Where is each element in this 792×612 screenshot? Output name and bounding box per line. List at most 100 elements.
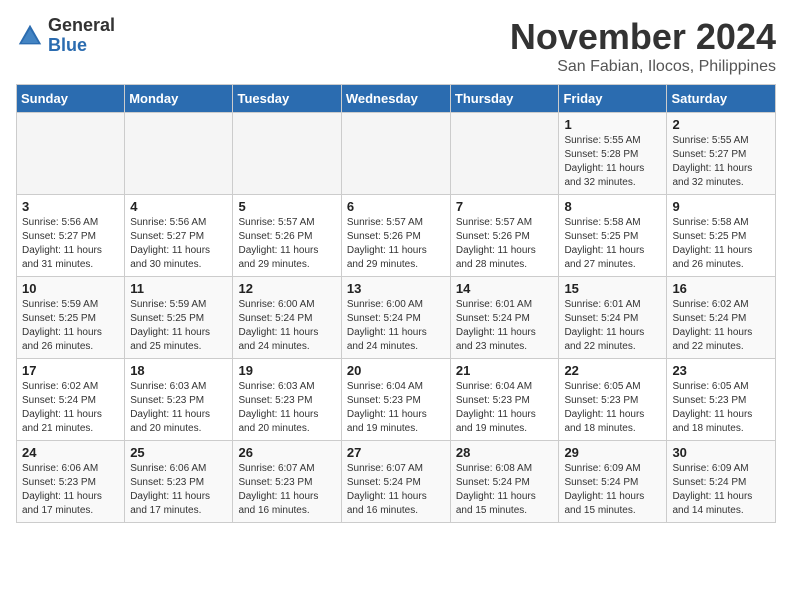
calendar-cell: 14 Sunrise: 6:01 AM Sunset: 5:24 PM Dayli… bbox=[450, 277, 559, 359]
calendar-cell: 10 Sunrise: 5:59 AM Sunset: 5:25 PM Dayli… bbox=[17, 277, 125, 359]
day-number: 5 bbox=[238, 199, 335, 214]
day-info: Sunrise: 6:05 AM Sunset: 5:23 PM Dayligh… bbox=[564, 380, 661, 436]
calendar-cell: 23Sunrise: 6:05 AM Sunset: 5:23 PM Dayli… bbox=[667, 359, 776, 441]
day-number: 2 bbox=[672, 117, 770, 132]
day-info: Sunrise: 5:58 AM Sunset: 5:25 PM Dayligh… bbox=[564, 216, 661, 272]
day-info: Sunrise: 5:56 AM Sunset: 5:27 PM Dayligh… bbox=[22, 216, 119, 272]
day-info: Sunrise: 5:55 AM Sunset: 5:27 PM Dayligh… bbox=[672, 134, 770, 190]
day-number: 3 bbox=[22, 199, 119, 214]
day-info: Sunrise: 6:02 AM Sunset: 5:24 PM Dayligh… bbox=[22, 380, 119, 436]
day-info: Sunrise: 5:57 AM Sunset: 5:26 PM Dayligh… bbox=[347, 216, 445, 272]
calendar-cell bbox=[233, 113, 341, 195]
calendar-cell: 17 Sunrise: 6:02 AM Sunset: 5:24 PM Dayli… bbox=[17, 359, 125, 441]
day-number: 19 bbox=[238, 363, 335, 378]
day-number: 21 bbox=[456, 363, 554, 378]
calendar-cell: 22 Sunrise: 6:05 AM Sunset: 5:23 PM Dayli… bbox=[559, 359, 667, 441]
calendar-cell: 4 Sunrise: 5:56 AM Sunset: 5:27 PM Daylig… bbox=[125, 195, 233, 277]
day-number: 7 bbox=[456, 199, 554, 214]
day-info: Sunrise: 5:56 AM Sunset: 5:27 PM Dayligh… bbox=[130, 216, 227, 272]
day-number: 22 bbox=[564, 363, 661, 378]
weekday-header-saturday: Saturday bbox=[667, 85, 776, 113]
day-info: Sunrise: 6:07 AM Sunset: 5:24 PM Dayligh… bbox=[347, 462, 445, 518]
day-info: Sunrise: 6:07 AM Sunset: 5:23 PM Dayligh… bbox=[238, 462, 335, 518]
day-info: Sunrise: 6:00 AM Sunset: 5:24 PM Dayligh… bbox=[347, 298, 445, 354]
day-number: 26 bbox=[238, 445, 335, 460]
day-info: Sunrise: 6:09 AM Sunset: 5:24 PM Dayligh… bbox=[672, 462, 770, 518]
day-info: Sunrise: 6:08 AM Sunset: 5:24 PM Dayligh… bbox=[456, 462, 554, 518]
calendar-cell bbox=[341, 113, 450, 195]
day-number: 28 bbox=[456, 445, 554, 460]
weekday-header-tuesday: Tuesday bbox=[233, 85, 341, 113]
calendar-cell: 2 Sunrise: 5:55 AM Sunset: 5:27 PM Daylig… bbox=[667, 113, 776, 195]
day-number: 1 bbox=[564, 117, 661, 132]
calendar-cell: 20 Sunrise: 6:04 AM Sunset: 5:23 PM Dayli… bbox=[341, 359, 450, 441]
day-info: Sunrise: 6:04 AM Sunset: 5:23 PM Dayligh… bbox=[347, 380, 445, 436]
day-info: Sunrise: 6:02 AM Sunset: 5:24 PM Dayligh… bbox=[672, 298, 770, 354]
calendar-cell: 30 Sunrise: 6:09 AM Sunset: 5:24 PM Dayli… bbox=[667, 441, 776, 523]
calendar-cell: 7Sunrise: 5:57 AM Sunset: 5:26 PM Daylig… bbox=[450, 195, 559, 277]
calendar-cell: 24 Sunrise: 6:06 AM Sunset: 5:23 PM Dayli… bbox=[17, 441, 125, 523]
weekday-header-wednesday: Wednesday bbox=[341, 85, 450, 113]
day-info: Sunrise: 6:06 AM Sunset: 5:23 PM Dayligh… bbox=[22, 462, 119, 518]
day-info: Sunrise: 6:03 AM Sunset: 5:23 PM Dayligh… bbox=[130, 380, 227, 436]
calendar-cell: 6 Sunrise: 5:57 AM Sunset: 5:26 PM Daylig… bbox=[341, 195, 450, 277]
calendar-cell: 29Sunrise: 6:09 AM Sunset: 5:24 PM Dayli… bbox=[559, 441, 667, 523]
day-number: 9 bbox=[672, 199, 770, 214]
calendar-cell: 13 Sunrise: 6:00 AM Sunset: 5:24 PM Dayli… bbox=[341, 277, 450, 359]
calendar-cell: 19Sunrise: 6:03 AM Sunset: 5:23 PM Dayli… bbox=[233, 359, 341, 441]
day-info: Sunrise: 5:55 AM Sunset: 5:28 PM Dayligh… bbox=[564, 134, 661, 190]
logo-icon bbox=[16, 22, 44, 50]
weekday-header-sunday: Sunday bbox=[17, 85, 125, 113]
day-number: 14 bbox=[456, 281, 554, 296]
calendar-cell: 9Sunrise: 5:58 AM Sunset: 5:25 PM Daylig… bbox=[667, 195, 776, 277]
calendar-cell: 16 Sunrise: 6:02 AM Sunset: 5:24 PM Dayli… bbox=[667, 277, 776, 359]
calendar-cell bbox=[450, 113, 559, 195]
calendar-cell bbox=[125, 113, 233, 195]
day-number: 15 bbox=[564, 281, 661, 296]
day-info: Sunrise: 5:59 AM Sunset: 5:25 PM Dayligh… bbox=[130, 298, 227, 354]
logo-text: General Blue bbox=[48, 16, 115, 56]
weekday-header-row: SundayMondayTuesdayWednesdayThursdayFrid… bbox=[17, 85, 776, 113]
day-info: Sunrise: 5:57 AM Sunset: 5:26 PM Dayligh… bbox=[238, 216, 335, 272]
calendar-cell: 8Sunrise: 5:58 AM Sunset: 5:25 PM Daylig… bbox=[559, 195, 667, 277]
day-number: 13 bbox=[347, 281, 445, 296]
day-number: 18 bbox=[130, 363, 227, 378]
weekday-header-friday: Friday bbox=[559, 85, 667, 113]
calendar-cell: 27 Sunrise: 6:07 AM Sunset: 5:24 PM Dayli… bbox=[341, 441, 450, 523]
calendar-cell: 3 Sunrise: 5:56 AM Sunset: 5:27 PM Daylig… bbox=[17, 195, 125, 277]
day-info: Sunrise: 6:01 AM Sunset: 5:24 PM Dayligh… bbox=[456, 298, 554, 354]
calendar-table: SundayMondayTuesdayWednesdayThursdayFrid… bbox=[16, 84, 776, 523]
calendar-cell: 1 Sunrise: 5:55 AM Sunset: 5:28 PM Daylig… bbox=[559, 113, 667, 195]
title-block: November 2024 San Fabian, Ilocos, Philip… bbox=[510, 16, 776, 76]
logo: General Blue bbox=[16, 16, 115, 56]
week-row-2: 3 Sunrise: 5:56 AM Sunset: 5:27 PM Daylig… bbox=[17, 195, 776, 277]
calendar-cell: 12Sunrise: 6:00 AM Sunset: 5:24 PM Dayli… bbox=[233, 277, 341, 359]
day-number: 12 bbox=[238, 281, 335, 296]
day-number: 20 bbox=[347, 363, 445, 378]
week-row-5: 24 Sunrise: 6:06 AM Sunset: 5:23 PM Dayli… bbox=[17, 441, 776, 523]
day-number: 24 bbox=[22, 445, 119, 460]
day-number: 6 bbox=[347, 199, 445, 214]
day-number: 30 bbox=[672, 445, 770, 460]
weekday-header-thursday: Thursday bbox=[450, 85, 559, 113]
day-number: 27 bbox=[347, 445, 445, 460]
day-number: 16 bbox=[672, 281, 770, 296]
month-title: November 2024 bbox=[510, 16, 776, 58]
logo-general: General bbox=[48, 15, 115, 35]
calendar-cell bbox=[17, 113, 125, 195]
calendar-cell: 5 Sunrise: 5:57 AM Sunset: 5:26 PM Daylig… bbox=[233, 195, 341, 277]
day-number: 29 bbox=[564, 445, 661, 460]
calendar-cell: 15Sunrise: 6:01 AM Sunset: 5:24 PM Dayli… bbox=[559, 277, 667, 359]
page-header: General Blue November 2024 San Fabian, I… bbox=[16, 16, 776, 76]
day-info: Sunrise: 6:06 AM Sunset: 5:23 PM Dayligh… bbox=[130, 462, 227, 518]
weekday-header-monday: Monday bbox=[125, 85, 233, 113]
day-number: 4 bbox=[130, 199, 227, 214]
day-number: 23 bbox=[672, 363, 770, 378]
logo-blue-text: Blue bbox=[48, 35, 87, 55]
week-row-4: 17 Sunrise: 6:02 AM Sunset: 5:24 PM Dayli… bbox=[17, 359, 776, 441]
calendar-cell: 21Sunrise: 6:04 AM Sunset: 5:23 PM Dayli… bbox=[450, 359, 559, 441]
day-info: Sunrise: 5:59 AM Sunset: 5:25 PM Dayligh… bbox=[22, 298, 119, 354]
day-number: 17 bbox=[22, 363, 119, 378]
day-number: 10 bbox=[22, 281, 119, 296]
week-row-1: 1 Sunrise: 5:55 AM Sunset: 5:28 PM Daylig… bbox=[17, 113, 776, 195]
